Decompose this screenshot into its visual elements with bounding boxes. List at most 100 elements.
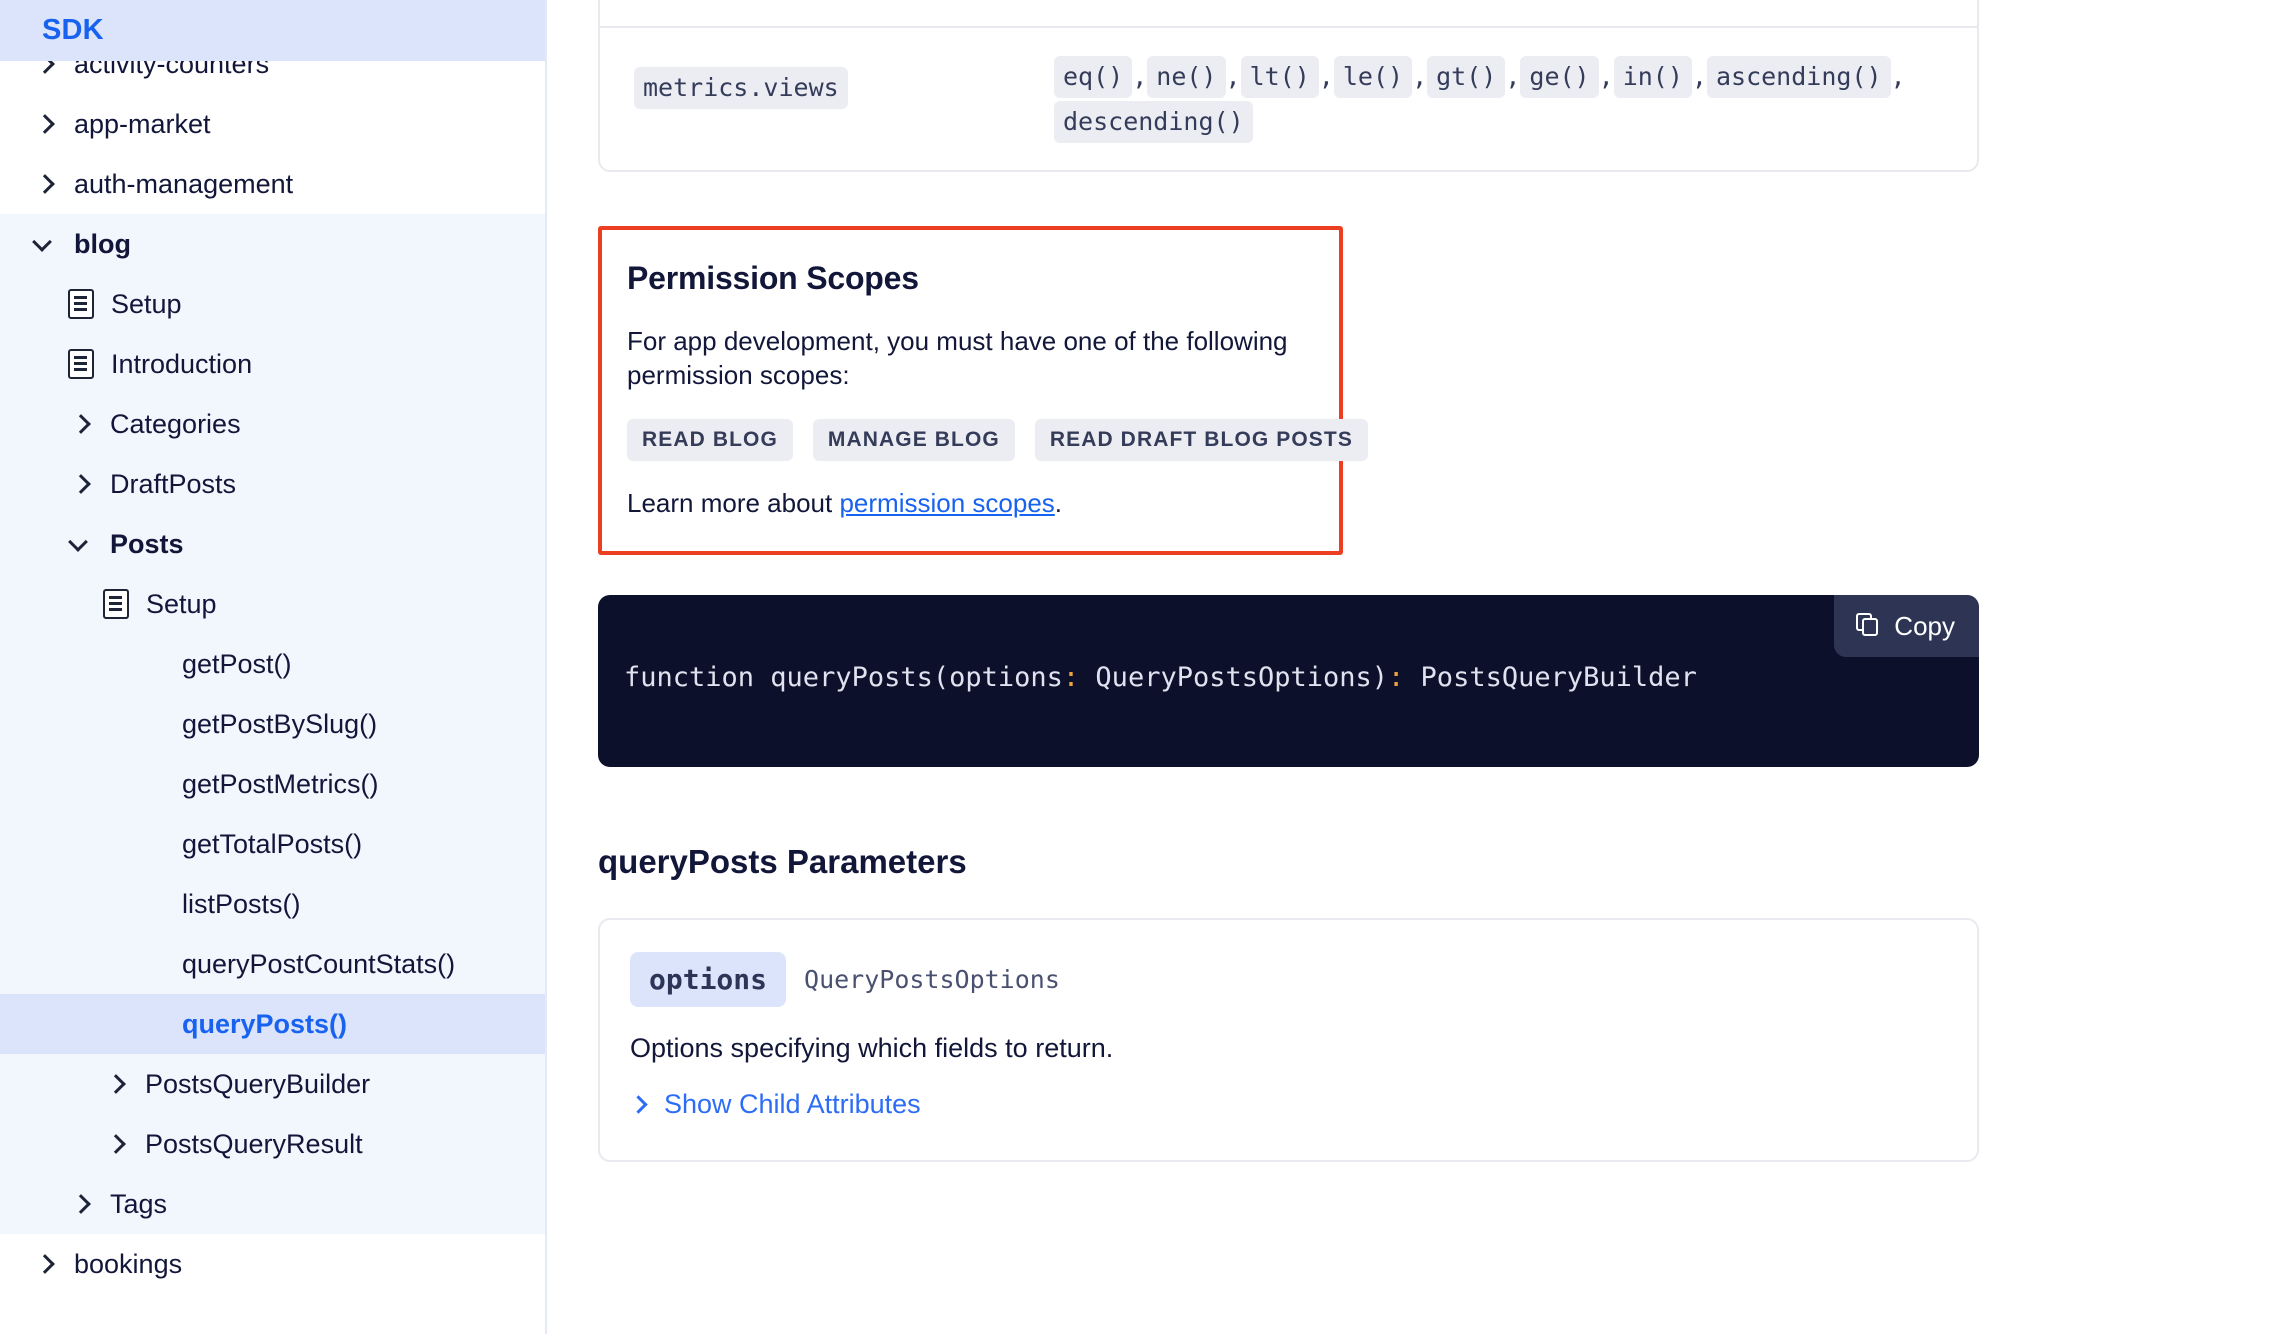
sidebar-item-posts[interactable]: Posts [0,514,545,574]
sidebar-item-setup[interactable]: Setup [0,274,545,334]
supported-filters-table: metrics.likeseq(),ne(),lt(),le(),gt(),ge… [598,0,1979,172]
operator-separator: , [1225,62,1241,91]
copy-icon [1856,613,1880,639]
sidebar-item-label: Introduction [111,348,253,379]
sidebar-item-app-market[interactable]: app-market [0,94,545,154]
sidebar-item-label: app-market [74,108,211,139]
show-child-attributes-label: Show Child Attributes [664,1089,921,1119]
operator-code-chip: eq() [1054,56,1133,98]
sidebar-item-getpostbyslug[interactable]: getPostBySlug() [0,694,545,754]
sidebar-item-querypostcountstats[interactable]: queryPostCountStats() [0,934,545,994]
chevron-down-icon[interactable] [32,231,58,257]
sidebar-header: SDK [0,0,545,61]
permission-scope-badges: READ BLOG MANAGE BLOG READ DRAFT BLOG POST… [627,419,1368,461]
status-badge: MANAGE BLOG [812,419,1015,461]
chevron-right-icon[interactable] [68,411,94,437]
table-cell-operators: eq(), ne(), lt(), le(), gt(), ge(), in(), ascen… [1054,54,1943,144]
sidebar-item-label: Setup [146,588,217,619]
sidebar-item-bookings[interactable]: bookings [0,1234,545,1294]
chevron-down-icon[interactable] [68,531,94,557]
sidebar-item-postsquerybuilder[interactable]: PostsQueryBuilder [0,1054,545,1114]
sidebar-item-list: activity-counters app-market auth-manageme… [0,34,545,1294]
sidebar-item-label: listPosts() [182,888,301,919]
operator-code-chip: descending() [1054,101,1253,143]
chevron-right-icon[interactable] [103,1131,129,1157]
operator-code-chip: lt() [1240,56,1319,98]
table-row: metrics.views eq(), ne(), lt(), le(), gt(), ge… [600,26,1977,170]
sidebar-item-gettotalposts[interactable]: getTotalPosts() [0,814,545,874]
operator-separator: , [1691,62,1707,91]
permission-scopes-intro: For app development, you must have one o… [627,326,1288,390]
function-signature-code-block: Copy function queryPosts(options: QueryP… [598,595,1979,767]
document-icon[interactable] [68,289,94,319]
spacer-icon [140,831,166,857]
operator-code-chip: ne() [1147,56,1226,98]
signature-colon-2: : [1388,662,1405,693]
sidebar-item-label: PostsQueryResult [145,1128,363,1159]
chevron-right-icon[interactable] [32,171,58,197]
sidebar-item-draftposts[interactable]: DraftPosts [0,454,545,514]
operator-separator: , [1132,62,1148,91]
sidebar-item-getpost[interactable]: getPost() [0,634,545,694]
signature-part-3: PostsQueryBuilder [1404,662,1697,693]
operator-separator: , [1598,62,1614,91]
permission-scopes-link[interactable]: permission scopes [839,488,1054,518]
document-icon[interactable] [68,349,94,379]
sdk-title[interactable]: SDK [42,14,104,47]
chevron-right-icon[interactable] [32,111,58,137]
copy-button[interactable]: Copy [1834,595,1979,657]
sidebar-item-label: DraftPosts [110,468,237,499]
spacer-icon [140,1011,166,1037]
operator-code-chip: le() [1333,56,1413,98]
sidebar-item-label: blog [74,228,131,259]
learn-more-prefix: Learn more about [627,488,840,518]
table-row: metrics.likeseq(),ne(),lt(),le(),gt(),ge… [600,0,1977,26]
sidebar-item-setup[interactable]: Setup [0,574,545,634]
sidebar-item-listposts[interactable]: listPosts() [0,874,545,934]
sidebar-item-getpostmetrics[interactable]: getPostMetrics() [0,754,545,814]
sidebar-item-label: Setup [111,288,182,319]
sidebar-item-label: queryPostCountStats() [182,948,456,979]
sidebar-item-label: auth-management [74,168,294,199]
signature-part-1: function queryPosts(options [624,662,1063,693]
status-badge: READ BLOG [627,419,793,461]
sidebar-item-label: Posts [110,528,184,559]
sidebar-scroll-content: Backend Modules activity-countersapp-mar… [0,0,545,1294]
spacer-icon [140,891,166,917]
chevron-right-icon[interactable] [68,1191,94,1217]
document-icon[interactable] [103,589,129,619]
sidebar-item-tags[interactable]: Tags [0,1174,545,1234]
parameter-header: options QueryPostsOptions [630,952,1943,1007]
copy-button-label: Copy [1894,610,1955,641]
function-signature: function queryPosts(options: QueryPostsO… [624,662,1697,693]
sidebar-navigation[interactable]: Backend Modules activity-countersapp-mar… [0,0,547,1334]
chevron-right-icon[interactable] [32,1251,58,1277]
parameter-name: options [630,952,787,1007]
operator-code-chip: ge() [1520,56,1599,98]
operator-separator: , [1890,62,1906,91]
operator-code-chip: gt() [1427,56,1506,98]
sidebar-item-label: getTotalPosts() [182,828,363,859]
sidebar-item-categories[interactable]: Categories [0,394,545,454]
show-child-attributes-toggle[interactable]: Show Child Attributes [630,1089,921,1120]
main-scroll-content: metrics.likeseq(),ne(),lt(),le(),gt(),ge… [547,0,2282,1162]
signature-part-2: QueryPostsOptions) [1079,662,1389,693]
parameters-heading: queryPosts Parameters [598,843,967,880]
signature-colon-1: : [1062,662,1080,693]
parameter-card: options QueryPostsOptions Options specif… [598,918,1979,1162]
operator-code-chip: ascending() [1706,56,1891,98]
parameter-description: Options specifying which fields to retur… [630,1033,1114,1063]
sidebar-item-blog[interactable]: blog [0,214,545,274]
sidebar-item-postsqueryresult[interactable]: PostsQueryResult [0,1114,545,1174]
chevron-right-icon[interactable] [68,471,94,497]
sidebar-item-introduction[interactable]: Introduction [0,334,545,394]
sidebar-item-queryposts[interactable]: queryPosts() [0,994,545,1054]
sidebar-item-label: PostsQueryBuilder [145,1068,371,1099]
sidebar-item-label: getPostMetrics() [182,768,379,799]
learn-more-suffix: . [1054,488,1063,518]
operator-separator: , [1412,62,1428,91]
operator-code-chip: in() [1613,56,1692,98]
chevron-right-icon[interactable] [103,1071,129,1097]
sidebar-item-auth-management[interactable]: auth-management [0,154,545,214]
chevron-right-icon [630,1094,648,1116]
